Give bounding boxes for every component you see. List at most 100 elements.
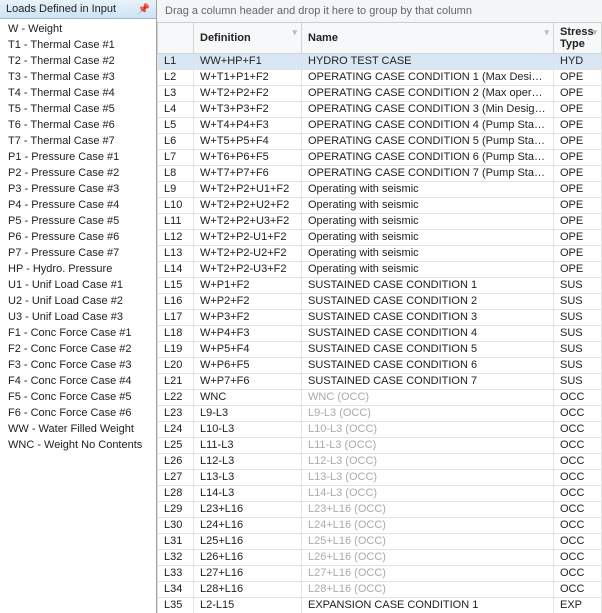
cell-id[interactable]: L34 (158, 582, 194, 598)
cell-name[interactable]: SUSTAINED CASE CONDITION 7 (302, 374, 554, 390)
cell-name[interactable]: OPERATING CASE CONDITION 7 (Pump Stand B… (302, 166, 554, 182)
cell-stress-type[interactable]: OCC (554, 470, 602, 486)
cell-stress-type[interactable]: EXP (554, 598, 602, 613)
sidebar-item[interactable]: T3 - Thermal Case #3 (0, 69, 156, 85)
cell-name[interactable]: L28+L16 (OCC) (302, 582, 554, 598)
cell-definition[interactable]: W+T1+P1+F2 (194, 70, 302, 86)
sidebar-item[interactable]: T5 - Thermal Case #5 (0, 101, 156, 117)
sidebar-item[interactable]: WNC - Weight No Contents (0, 437, 156, 453)
cell-stress-type[interactable]: OCC (554, 582, 602, 598)
cell-id[interactable]: L31 (158, 534, 194, 550)
table-row[interactable]: L8W+T7+P7+F6OPERATING CASE CONDITION 7 (… (158, 166, 602, 182)
cell-definition[interactable]: W+P3+F2 (194, 310, 302, 326)
sidebar-item[interactable]: U1 - Unif Load Case #1 (0, 277, 156, 293)
cell-stress-type[interactable]: SUS (554, 374, 602, 390)
sidebar-item[interactable]: F4 - Conc Force Case #4 (0, 373, 156, 389)
cell-id[interactable]: L25 (158, 438, 194, 454)
table-row[interactable]: L13W+T2+P2-U2+F2Operating with seismicOP… (158, 246, 602, 262)
cell-stress-type[interactable]: OPE (554, 150, 602, 166)
cell-name[interactable]: Operating with seismic (302, 230, 554, 246)
cell-name[interactable]: Operating with seismic (302, 246, 554, 262)
cell-name[interactable]: EXPANSION CASE CONDITION 1 (302, 598, 554, 613)
cell-name[interactable]: SUSTAINED CASE CONDITION 4 (302, 326, 554, 342)
cell-stress-type[interactable]: SUS (554, 326, 602, 342)
cell-definition[interactable]: L2-L15 (194, 598, 302, 613)
cell-name[interactable]: L24+L16 (OCC) (302, 518, 554, 534)
cell-definition[interactable]: W+P1+F2 (194, 278, 302, 294)
cell-definition[interactable]: W+T2+P2+U3+F2 (194, 214, 302, 230)
cell-name[interactable]: OPERATING CASE CONDITION 6 (Pump Stand B… (302, 150, 554, 166)
cell-id[interactable]: L33 (158, 566, 194, 582)
cell-name[interactable]: SUSTAINED CASE CONDITION 1 (302, 278, 554, 294)
cell-stress-type[interactable]: OPE (554, 86, 602, 102)
table-row[interactable]: L7W+T6+P6+F5OPERATING CASE CONDITION 6 (… (158, 150, 602, 166)
cell-definition[interactable]: L13-L3 (194, 470, 302, 486)
cell-stress-type[interactable]: OCC (554, 502, 602, 518)
cell-definition[interactable]: W+P4+F3 (194, 326, 302, 342)
cell-name[interactable]: L13-L3 (OCC) (302, 470, 554, 486)
sidebar-item[interactable]: F1 - Conc Force Case #1 (0, 325, 156, 341)
table-row[interactable]: L27L13-L3L13-L3 (OCC)OCC (158, 470, 602, 486)
filter-icon[interactable]: ▾ (592, 27, 597, 38)
table-row[interactable]: L10W+T2+P2+U2+F2Operating with seismicOP… (158, 198, 602, 214)
cell-id[interactable]: L4 (158, 102, 194, 118)
cell-definition[interactable]: W+T2+P2-U1+F2 (194, 230, 302, 246)
cell-stress-type[interactable]: OPE (554, 166, 602, 182)
table-row[interactable]: L19W+P5+F4SUSTAINED CASE CONDITION 5SUS (158, 342, 602, 358)
table-row[interactable]: L31L25+L16L25+L16 (OCC)OCC (158, 534, 602, 550)
cell-stress-type[interactable]: OPE (554, 230, 602, 246)
table-row[interactable]: L21W+P7+F6SUSTAINED CASE CONDITION 7SUS (158, 374, 602, 390)
table-row[interactable]: L35L2-L15EXPANSION CASE CONDITION 1EXP (158, 598, 602, 613)
cell-stress-type[interactable]: OCC (554, 438, 602, 454)
cell-definition[interactable]: W+T2+P2+U2+F2 (194, 198, 302, 214)
cell-id[interactable]: L9 (158, 182, 194, 198)
table-row[interactable]: L20W+P6+F5SUSTAINED CASE CONDITION 6SUS (158, 358, 602, 374)
table-row[interactable]: L1WW+HP+F1HYDRO TEST CASEHYD (158, 54, 602, 70)
cell-definition[interactable]: W+T2+P2-U3+F2 (194, 262, 302, 278)
sidebar-item[interactable]: HP - Hydro. Pressure (0, 261, 156, 277)
cell-stress-type[interactable]: OPE (554, 134, 602, 150)
cell-stress-type[interactable]: SUS (554, 278, 602, 294)
sidebar-item[interactable]: P6 - Pressure Case #6 (0, 229, 156, 245)
cell-definition[interactable]: WNC (194, 390, 302, 406)
cell-name[interactable]: OPERATING CASE CONDITION 5 (Pump Stand B… (302, 134, 554, 150)
table-row[interactable]: L29L23+L16L23+L16 (OCC)OCC (158, 502, 602, 518)
table-row[interactable]: L4W+T3+P3+F2OPERATING CASE CONDITION 3 (… (158, 102, 602, 118)
cell-definition[interactable]: W+T4+P4+F3 (194, 118, 302, 134)
table-row[interactable]: L6W+T5+P5+F4OPERATING CASE CONDITION 5 (… (158, 134, 602, 150)
cell-definition[interactable]: L24+L16 (194, 518, 302, 534)
cell-name[interactable]: Operating with seismic (302, 198, 554, 214)
sidebar-item[interactable]: P2 - Pressure Case #2 (0, 165, 156, 181)
cell-definition[interactable]: W+T2+P2+U1+F2 (194, 182, 302, 198)
col-stress-type[interactable]: Stress Type▾ (554, 23, 602, 54)
cell-stress-type[interactable]: OCC (554, 566, 602, 582)
cell-id[interactable]: L26 (158, 454, 194, 470)
cell-id[interactable]: L20 (158, 358, 194, 374)
table-row[interactable]: L3W+T2+P2+F2OPERATING CASE CONDITION 2 (… (158, 86, 602, 102)
cell-id[interactable]: L7 (158, 150, 194, 166)
cell-definition[interactable]: W+P7+F6 (194, 374, 302, 390)
table-row[interactable]: L12W+T2+P2-U1+F2Operating with seismicOP… (158, 230, 602, 246)
cell-stress-type[interactable]: SUS (554, 310, 602, 326)
cell-id[interactable]: L35 (158, 598, 194, 613)
cell-definition[interactable]: L26+L16 (194, 550, 302, 566)
cell-name[interactable]: OPERATING CASE CONDITION 1 (Max Design t… (302, 70, 554, 86)
cell-id[interactable]: L1 (158, 54, 194, 70)
cell-id[interactable]: L30 (158, 518, 194, 534)
cell-name[interactable]: SUSTAINED CASE CONDITION 6 (302, 358, 554, 374)
cell-name[interactable]: OPERATING CASE CONDITION 4 (Pump Stand B… (302, 118, 554, 134)
cell-stress-type[interactable]: OPE (554, 214, 602, 230)
cell-name[interactable]: SUSTAINED CASE CONDITION 3 (302, 310, 554, 326)
cell-name[interactable]: L9-L3 (OCC) (302, 406, 554, 422)
cell-id[interactable]: L18 (158, 326, 194, 342)
cell-name[interactable]: L14-L3 (OCC) (302, 486, 554, 502)
cell-stress-type[interactable]: OPE (554, 262, 602, 278)
table-row[interactable]: L34L28+L16L28+L16 (OCC)OCC (158, 582, 602, 598)
table-row[interactable]: L5W+T4+P4+F3OPERATING CASE CONDITION 4 (… (158, 118, 602, 134)
cell-id[interactable]: L19 (158, 342, 194, 358)
cell-id[interactable]: L15 (158, 278, 194, 294)
cell-id[interactable]: L14 (158, 262, 194, 278)
table-row[interactable]: L33L27+L16L27+L16 (OCC)OCC (158, 566, 602, 582)
sidebar-item[interactable]: U2 - Unif Load Case #2 (0, 293, 156, 309)
cell-name[interactable]: Operating with seismic (302, 182, 554, 198)
